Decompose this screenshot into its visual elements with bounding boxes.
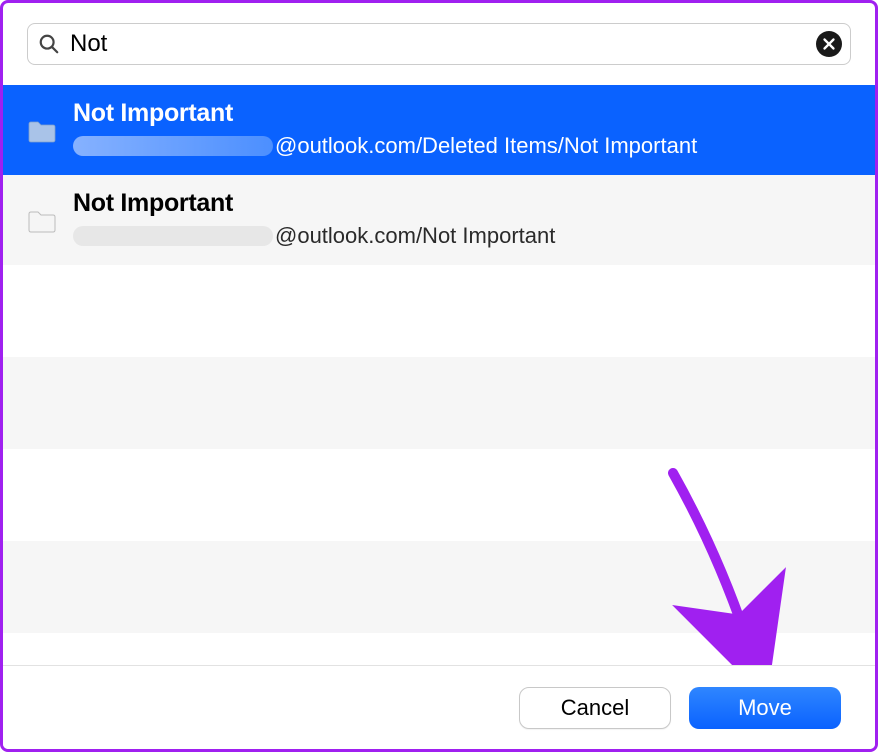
empty-row bbox=[3, 541, 875, 633]
folder-result-item[interactable]: Not Important @outlook.com/Deleted Items… bbox=[3, 85, 875, 175]
close-icon bbox=[822, 37, 836, 51]
move-button[interactable]: Move bbox=[689, 687, 841, 729]
folder-path: @outlook.com/Not Important bbox=[73, 223, 865, 249]
search-box[interactable] bbox=[27, 23, 851, 65]
folder-icon bbox=[27, 119, 57, 148]
empty-row bbox=[3, 449, 875, 541]
results-list: Not Important @outlook.com/Deleted Items… bbox=[3, 85, 875, 633]
folder-title: Not Important bbox=[73, 99, 865, 128]
search-icon bbox=[38, 33, 60, 55]
folder-path: @outlook.com/Deleted Items/Not Important bbox=[73, 133, 865, 159]
folder-title: Not Important bbox=[73, 189, 865, 218]
folder-result-item[interactable]: Not Important @outlook.com/Not Important bbox=[3, 175, 875, 265]
redacted-email-prefix bbox=[73, 136, 273, 156]
cancel-button[interactable]: Cancel bbox=[519, 687, 671, 729]
footer-actions: Cancel Move bbox=[3, 665, 875, 749]
empty-row bbox=[3, 265, 875, 357]
redacted-email-prefix bbox=[73, 226, 273, 246]
clear-search-button[interactable] bbox=[816, 31, 842, 57]
empty-row bbox=[3, 357, 875, 449]
search-container bbox=[3, 3, 875, 85]
folder-icon bbox=[27, 209, 57, 238]
search-input[interactable] bbox=[70, 30, 816, 58]
